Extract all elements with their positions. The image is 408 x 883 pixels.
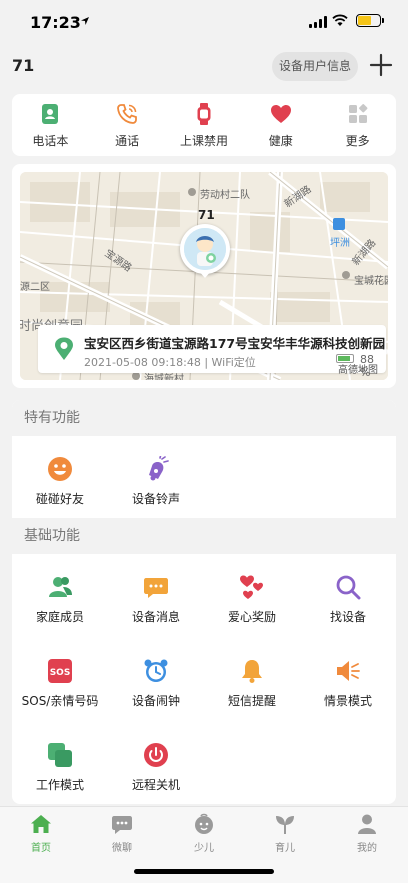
map-label-pingzhou: 坪洲 [330, 238, 350, 249]
speaker-icon [337, 661, 360, 681]
feature-label: 工作模式 [35, 778, 84, 792]
feature-label: 设备消息 [131, 610, 180, 624]
feature-work-mode[interactable]: 工作模式 [12, 742, 108, 793]
feature-family-members[interactable]: 家庭成员 [12, 574, 108, 625]
feature-sos-numbers[interactable]: SOS SOS/亲情号码 [12, 658, 108, 709]
device-info-button[interactable]: 设备用户信息 [272, 52, 358, 81]
feature-label: 家庭成员 [35, 610, 84, 624]
tab-profile[interactable]: 我的 [337, 813, 397, 854]
quick-action-more[interactable]: 更多 [325, 102, 391, 149]
family-icon [49, 577, 72, 597]
feature-find-device[interactable]: 找设备 [300, 574, 396, 625]
svg-text:SOS: SOS [50, 668, 71, 678]
feature-label: 设备铃声 [131, 492, 180, 506]
sos-icon: SOS [48, 659, 72, 683]
battery-icon [356, 14, 381, 27]
feature-remote-shutdown[interactable]: 远程关机 [108, 742, 204, 793]
child-icon [195, 813, 213, 834]
alarm-clock-icon [144, 659, 168, 682]
quick-label: 更多 [345, 133, 370, 148]
device-avatar-marker[interactable] [180, 224, 230, 274]
tab-home[interactable]: 首页 [11, 813, 71, 854]
more-grid-icon [348, 103, 368, 123]
location-card: 劳动村二队 新湖路 新湖路 宝源路 坪洲 宝城花园 源二区 时尚创意园 海城新村… [12, 164, 396, 388]
tab-label: 育儿 [275, 843, 295, 854]
heart-icon [270, 104, 291, 123]
quick-label: 通话 [115, 133, 140, 148]
map-watermark: 高德地图 [338, 365, 378, 376]
map-label-laodong: 劳动村二队 [200, 190, 250, 201]
functions-card: 特有功能 碰碰好友 设备铃声 基础功能 家庭成员 设备消息 爱心奖励 找设备 S… [12, 400, 396, 804]
feature-label: 情景模式 [323, 694, 372, 708]
address-box[interactable]: 宝安区西乡街道宝源路177号宝安华丰华源科技创新园 2021-05-08 09:… [38, 325, 386, 379]
home-icon [31, 815, 51, 833]
quick-action-health[interactable]: 健康 [248, 102, 314, 149]
layers-icon [48, 743, 72, 767]
quick-label: 健康 [268, 133, 293, 148]
address-text: 宝安区西乡街道宝源路177号宝安华丰华源科技创新园 [84, 336, 386, 351]
tab-child[interactable]: 少儿 [174, 813, 234, 854]
profile-icon [358, 814, 376, 834]
child-avatar-icon [184, 228, 226, 270]
feature-love-rewards[interactable]: 爱心奖励 [204, 574, 300, 625]
bell-ring-icon [149, 456, 169, 481]
location-map[interactable]: 劳动村二队 新湖路 新湖路 宝源路 坪洲 宝城花园 源二区 时尚创意园 海城新村… [20, 172, 388, 380]
phonebook-icon [42, 103, 59, 124]
search-icon [336, 575, 361, 600]
home-indicator [134, 869, 274, 874]
sprout-icon [276, 816, 294, 834]
hearts-icon [240, 575, 263, 599]
quick-action-phonebook[interactable]: 电话本 [17, 102, 83, 149]
map-label-baocheng: 宝城花园 [354, 276, 388, 287]
tab-label: 首页 [31, 843, 51, 854]
map-pin-tip [198, 270, 212, 278]
feature-sms-reminder[interactable]: 短信提醒 [204, 658, 300, 709]
feature-device-ringtone[interactable]: 设备铃声 [108, 456, 204, 507]
header: 71 设备用户信息 [0, 44, 408, 90]
quick-label: 上课禁用 [179, 133, 228, 148]
map-marker-name: 71 [198, 208, 215, 222]
feature-label: 短信提醒 [227, 694, 276, 708]
power-icon [144, 743, 168, 767]
feature-label: 远程关机 [131, 778, 180, 792]
add-icon[interactable] [368, 52, 394, 78]
location-pin-icon [55, 337, 73, 360]
feature-label: 设备闹钟 [131, 694, 180, 708]
location-timestamp: 2021-05-08 09:18:48 | WiFi定位 [84, 356, 256, 369]
tab-label: 微聊 [112, 843, 132, 854]
quick-actions-card: 电话本 通话 上课禁用 健康 更多 [12, 94, 396, 156]
feature-label: SOS/亲情号码 [21, 694, 99, 708]
watch-icon [197, 102, 211, 125]
feature-device-alarm[interactable]: 设备闹钟 [108, 658, 204, 709]
feature-label: 爱心奖励 [227, 610, 276, 624]
message-icon [144, 578, 168, 598]
location-arrow-icon [81, 17, 89, 25]
feature-scene-mode[interactable]: 情景模式 [300, 658, 396, 709]
feature-label: 找设备 [329, 610, 366, 624]
quick-action-class-mode[interactable]: 上课禁用 [171, 102, 237, 149]
tab-label: 少儿 [194, 843, 214, 854]
battery-tip [382, 18, 384, 23]
wifi-icon [332, 14, 348, 26]
smile-icon [48, 457, 72, 481]
map-label-erqu: 源二区 [20, 282, 50, 293]
quick-action-call[interactable]: 通话 [94, 102, 160, 149]
feature-label: 碰碰好友 [35, 492, 84, 506]
feature-device-messages[interactable]: 设备消息 [108, 574, 204, 625]
feature-bump-friends[interactable]: 碰碰好友 [12, 456, 108, 507]
tab-chat[interactable]: 微聊 [92, 813, 152, 854]
chat-icon [112, 816, 132, 834]
tab-parenting[interactable]: 育儿 [255, 813, 315, 854]
bell-icon [242, 660, 262, 683]
cellular-signal-icon [309, 16, 327, 28]
tab-label: 我的 [357, 843, 377, 854]
basic-section-title: 基础功能 [12, 518, 396, 554]
status-bar: 17:23 [0, 0, 408, 44]
status-time: 17:23 [30, 13, 81, 32]
quick-label: 电话本 [32, 133, 69, 148]
device-name: 71 [12, 56, 35, 75]
phone-call-icon [117, 103, 138, 124]
special-section-title: 特有功能 [12, 400, 396, 436]
